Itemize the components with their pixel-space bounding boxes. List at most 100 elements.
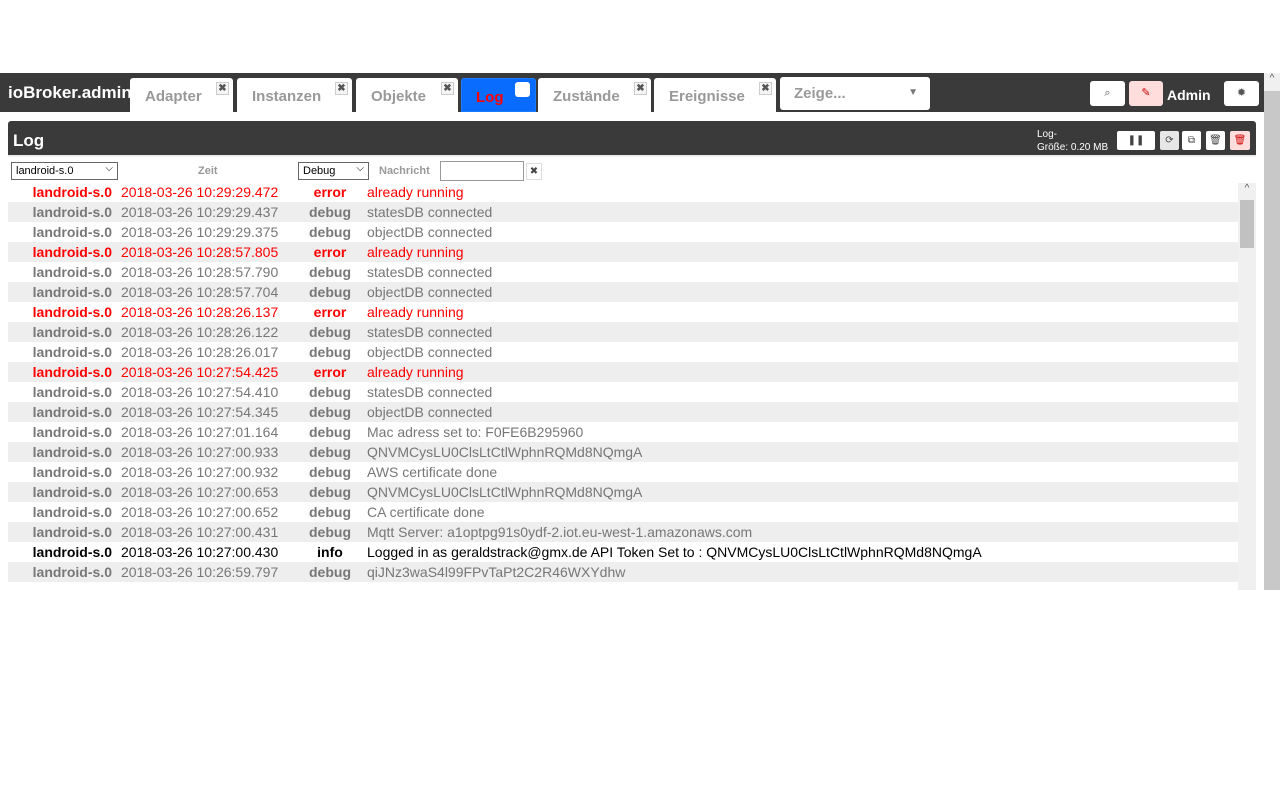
log-row: landroid-s.0 2018-03-26 10:28:57.790 debug…: [8, 262, 1238, 282]
log-source: landroid-s.0: [32, 244, 112, 260]
log-source: landroid-s.0: [32, 264, 112, 280]
log-source: landroid-s.0: [32, 444, 112, 460]
log-row: landroid-s.0 2018-03-26 10:26:59.797 debug…: [8, 562, 1238, 582]
close-icon[interactable]: ✖: [335, 82, 348, 95]
panel-title: Log: [13, 131, 45, 150]
delete-log-button[interactable]: 🗑: [1230, 131, 1250, 150]
search-button[interactable]: ⌕: [1090, 81, 1125, 106]
tab-checkbox[interactable]: [515, 82, 530, 97]
close-icon[interactable]: ✖: [759, 82, 772, 95]
log-row: landroid-s.0 2018-03-26 10:27:00.932 debug…: [8, 462, 1238, 482]
gear-icon: ✹: [1236, 87, 1247, 99]
log-time: 2018-03-26 10:27:00.933: [121, 444, 279, 460]
log-message: already running: [367, 244, 464, 260]
log-time: 2018-03-26 10:26:59.797: [121, 564, 279, 580]
log-row: landroid-s.0 2018-03-26 10:28:57.704 debug…: [8, 282, 1238, 302]
log-size-value: Größe: 0.20 MB: [1037, 142, 1109, 153]
log-row: landroid-s.0 2018-03-26 10:27:00.652 debug…: [8, 502, 1238, 522]
tab-log[interactable]: Log: [461, 78, 536, 112]
log-row: landroid-s.0 2018-03-26 10:27:01.164 debug…: [8, 422, 1238, 442]
log-scrollbar[interactable]: ^: [1238, 183, 1256, 590]
log-row: landroid-s.0 2018-03-26 10:29:29.375 debug…: [8, 222, 1238, 242]
log-row: landroid-s.0 2018-03-26 10:28:57.805 error…: [8, 242, 1238, 262]
log-source: landroid-s.0: [32, 324, 112, 340]
tab-objekte[interactable]: Objekte ✖: [356, 78, 458, 112]
log-time: 2018-03-26 10:27:54.345: [121, 404, 279, 420]
log-time: 2018-03-26 10:28:26.137: [121, 304, 279, 320]
log-time: 2018-03-26 10:28:57.805: [121, 244, 279, 260]
edit-button[interactable]: ✎: [1129, 81, 1163, 106]
clear-filter-icon[interactable]: ✖: [526, 163, 542, 180]
show-tabs-select[interactable]: Zeige... ▼: [780, 77, 930, 110]
log-row: landroid-s.0 2018-03-26 10:27:00.933 debug…: [8, 442, 1238, 462]
settings-button[interactable]: ✹: [1224, 81, 1259, 106]
message-column-label: Nachricht: [379, 165, 430, 177]
caret-down-icon: ▼: [908, 87, 918, 98]
tab-label: Zustände: [553, 88, 620, 105]
copy-button[interactable]: ⧉: [1182, 131, 1201, 150]
log-message: CA certificate done: [367, 504, 485, 520]
log-row: landroid-s.0 2018-03-26 10:28:26.017 debug…: [8, 342, 1238, 362]
log-message: already running: [367, 184, 464, 200]
level-filter-select[interactable]: Debug ⌵: [298, 162, 369, 180]
log-message: objectDB connected: [367, 344, 493, 360]
log-time: 2018-03-26 10:28:57.790: [121, 264, 279, 280]
close-icon[interactable]: ✖: [216, 82, 229, 95]
log-time: 2018-03-26 10:27:54.410: [121, 384, 279, 400]
select-value: Debug: [303, 165, 336, 177]
tab-ereignisse[interactable]: Ereignisse ✖: [654, 78, 776, 112]
pause-button[interactable]: ❚❚: [1117, 131, 1155, 150]
user-name[interactable]: Admin: [1167, 87, 1211, 103]
log-time: 2018-03-26 10:29:29.437: [121, 204, 279, 220]
refresh-icon: ⟳: [1165, 135, 1174, 146]
log-message: already running: [367, 364, 464, 380]
log-time: 2018-03-26 10:28:57.704: [121, 284, 279, 300]
log-time: 2018-03-26 10:28:26.122: [121, 324, 279, 340]
clear-button[interactable]: 🗑: [1206, 131, 1225, 150]
tab-adapter[interactable]: Adapter ✖: [130, 78, 233, 112]
time-column-label: Zeit: [198, 165, 218, 177]
log-time: 2018-03-26 10:29:29.472: [121, 184, 279, 200]
log-severity: debug: [309, 264, 351, 280]
log-severity: debug: [309, 344, 351, 360]
log-time: 2018-03-26 10:27:54.425: [121, 364, 279, 380]
log-size-label: Log-: [1037, 129, 1058, 140]
log-severity: debug: [309, 404, 351, 420]
close-icon[interactable]: ✖: [634, 82, 647, 95]
log-source: landroid-s.0: [32, 384, 112, 400]
log-severity: debug: [309, 424, 351, 440]
tab-zustaende[interactable]: Zustände ✖: [538, 78, 651, 112]
log-time: 2018-03-26 10:27:00.932: [121, 464, 279, 480]
search-icon: ⌕: [1104, 87, 1111, 99]
log-source: landroid-s.0: [32, 404, 112, 420]
log-message: statesDB connected: [367, 204, 493, 220]
log-row: landroid-s.0 2018-03-26 10:27:54.425 error…: [8, 362, 1238, 382]
log-row: landroid-s.0 2018-03-26 10:27:00.431 debug…: [8, 522, 1238, 542]
source-filter-select[interactable]: landroid-s.0 ⌵: [11, 162, 118, 180]
log-severity: error: [313, 184, 347, 200]
log-source: landroid-s.0: [32, 184, 112, 200]
log-source: landroid-s.0: [32, 544, 112, 560]
scroll-thumb[interactable]: [1240, 200, 1254, 248]
log-row: landroid-s.0 2018-03-26 10:29:29.437 debug…: [8, 202, 1238, 222]
scroll-up-icon[interactable]: ^: [1264, 73, 1280, 91]
log-source: landroid-s.0: [32, 344, 112, 360]
log-time: 2018-03-26 10:28:26.017: [121, 344, 279, 360]
log-source: landroid-s.0: [32, 564, 112, 580]
log-table: landroid-s.0 2018-03-26 10:29:29.472 error…: [8, 182, 1238, 590]
message-filter-input[interactable]: [440, 161, 524, 181]
log-severity: debug: [309, 484, 351, 500]
log-message: QNVMCysLU0ClsLtCtlWphnRQMd8NQmgA: [367, 484, 643, 500]
refresh-button[interactable]: ⟳: [1160, 131, 1179, 150]
page-scrollbar[interactable]: ^: [1264, 73, 1280, 590]
scroll-up-icon[interactable]: ^: [1238, 183, 1256, 194]
close-icon[interactable]: ✖: [441, 82, 454, 95]
tab-label: Log: [476, 89, 504, 106]
log-time: 2018-03-26 10:27:00.652: [121, 504, 279, 520]
log-source: landroid-s.0: [32, 364, 112, 380]
log-severity: debug: [309, 444, 351, 460]
log-row: landroid-s.0 2018-03-26 10:29:29.472 error…: [8, 182, 1238, 202]
tab-instanzen[interactable]: Instanzen ✖: [237, 78, 352, 112]
log-severity: debug: [309, 204, 351, 220]
log-message: AWS certificate done: [367, 464, 498, 480]
